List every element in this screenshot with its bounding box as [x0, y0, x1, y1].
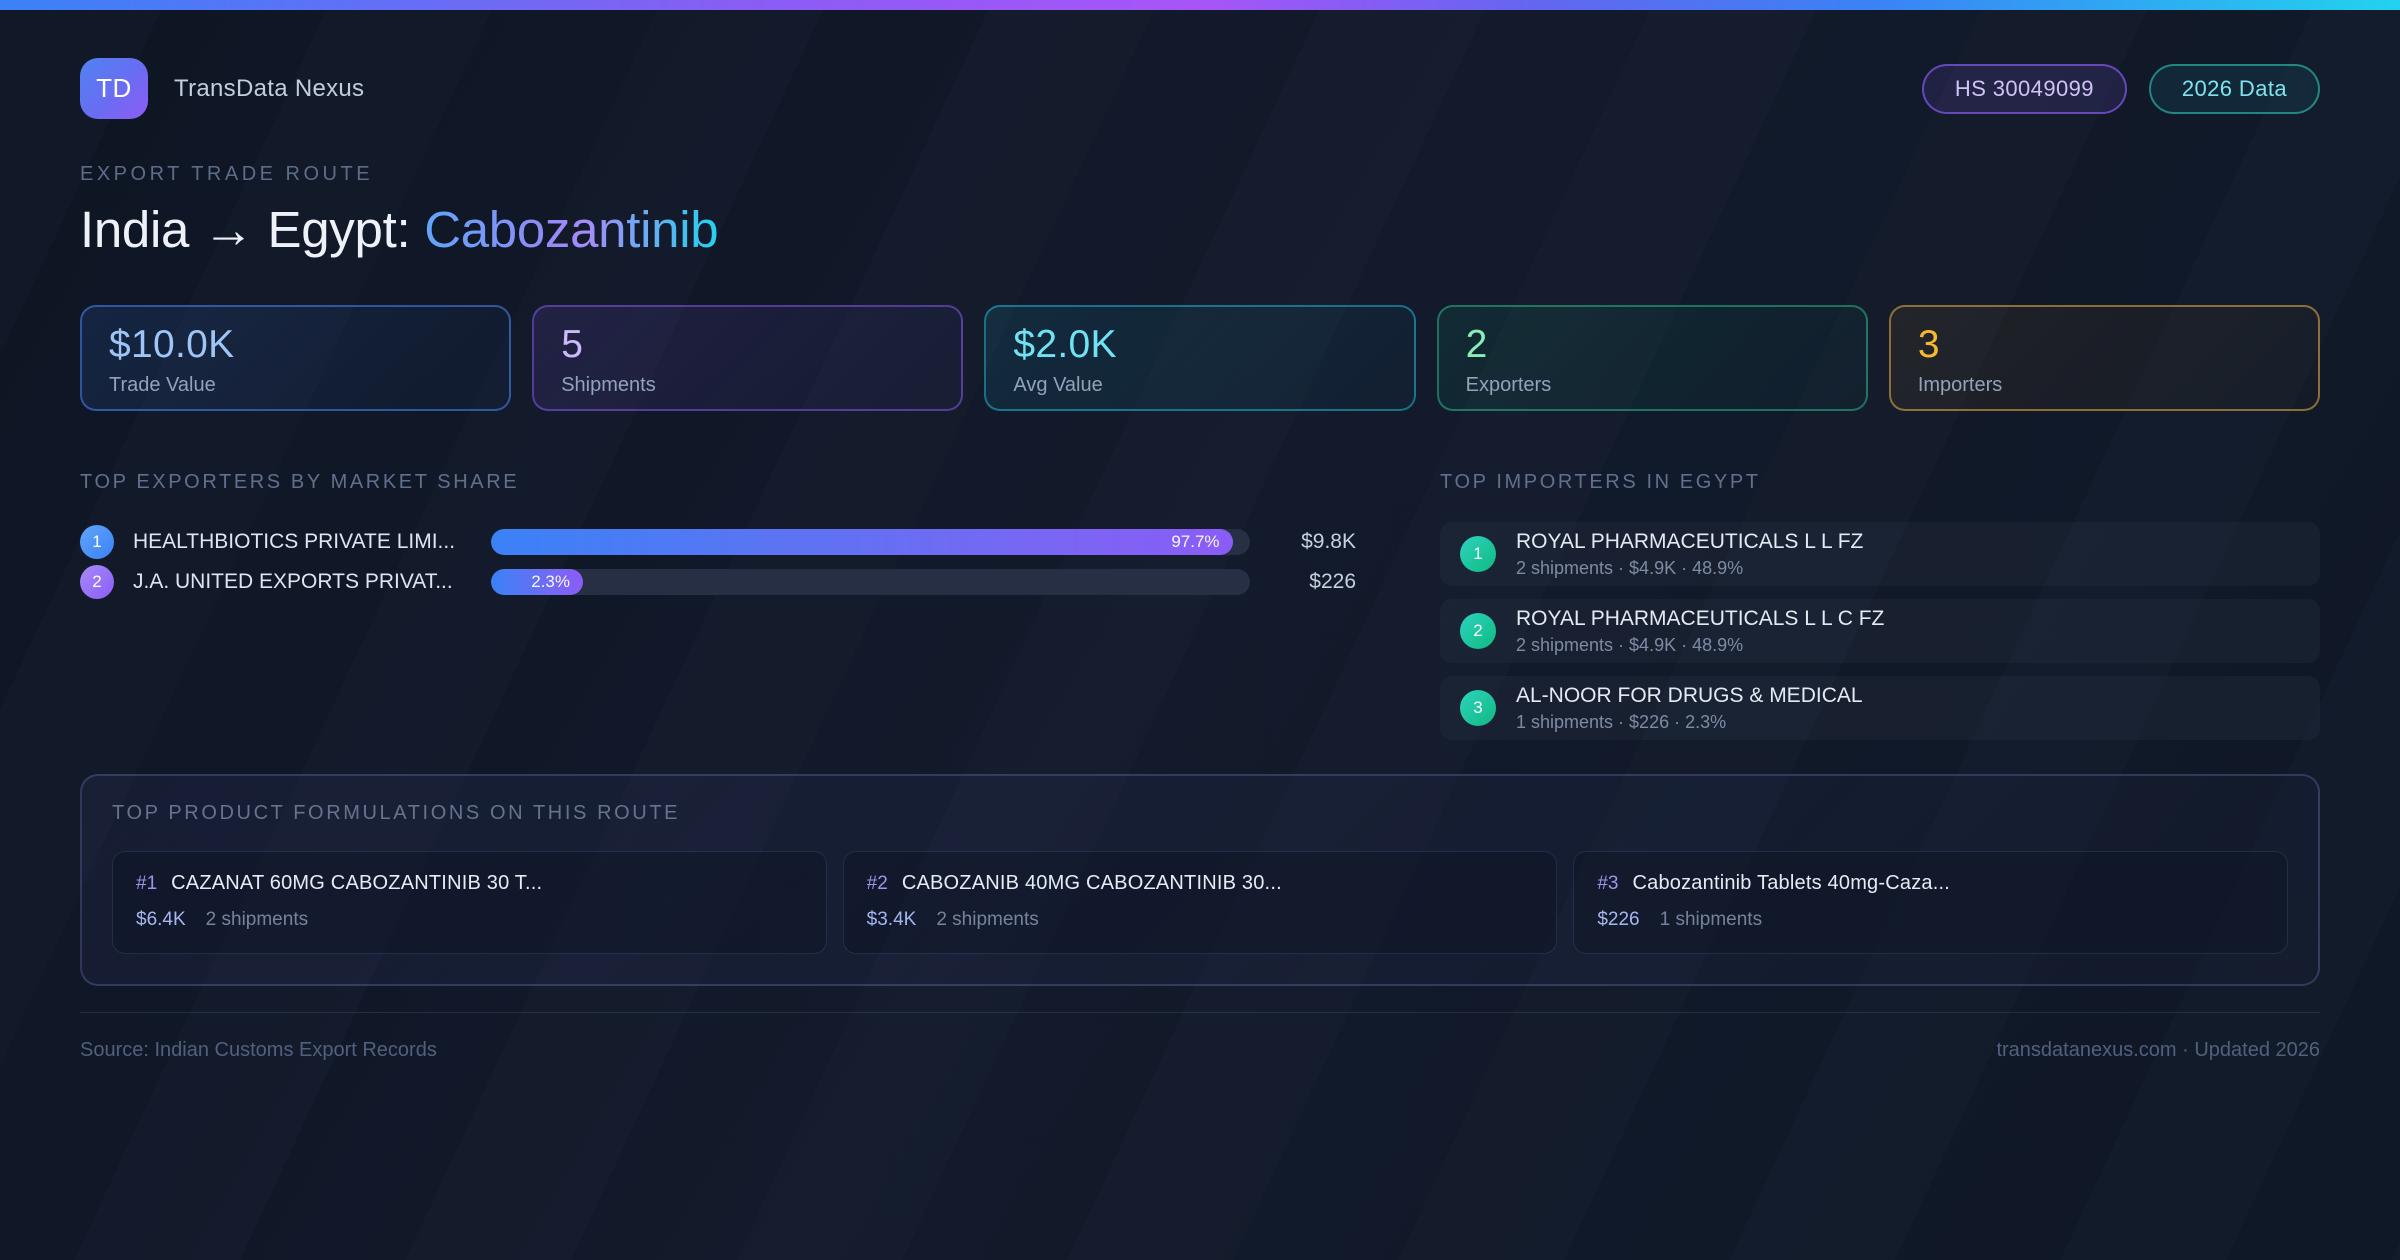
product-card: #2 CABOZANIB 40MG CABOZANTINIB 30... $3.… [842, 851, 1558, 954]
stat-label: Shipments [561, 374, 656, 396]
exporters-importers-section: TOP EXPORTERS BY MARKET SHARE 1 HEALTHBI… [80, 471, 2320, 740]
product-shipments: 2 shipments [205, 909, 309, 930]
product-stats-row: $3.4K 2 shipments [867, 909, 1534, 931]
stat-label: Avg Value [1013, 374, 1103, 396]
exporter-name: HEALTHBIOTICS PRIVATE LIMI... [133, 530, 456, 553]
importer-text: AL-NOOR FOR DRUGS & MEDICAL 1 shipments … [1516, 684, 1863, 733]
product-name: CAZANAT 60MG CABOZANTINIB 30 T... [171, 872, 543, 894]
product-value: $6.4K [136, 909, 186, 930]
product-cards-row: #1 CAZANAT 60MG CABOZANTINIB 30 T... $6.… [112, 851, 2289, 954]
importer-meta: 2 shipments · $4.9K · 48.9% [1516, 634, 1744, 655]
product-rank: #3 [1597, 873, 1619, 894]
rank-badge: 1 [1460, 536, 1496, 572]
brand: TD TransData Nexus [80, 58, 364, 119]
stat-card-importers: 3 Importers [1888, 305, 2321, 411]
product-rank: #2 [866, 873, 888, 894]
importer-text: ROYAL PHARMACEUTICALS L L C FZ 2 shipmen… [1516, 607, 1884, 656]
market-share-label: 2.3% [531, 572, 570, 591]
top-accent-bar [0, 0, 2400, 10]
importer-name: ROYAL PHARMACEUTICALS L L C FZ [1516, 606, 1885, 630]
importer-list-item: 3 AL-NOOR FOR DRUGS & MEDICAL 1 shipment… [1440, 676, 2320, 740]
stat-card-exporters: 2 Exporters [1436, 305, 1868, 411]
page-title-route: India → Egypt: [80, 201, 425, 258]
importer-list-item: 1 ROYAL PHARMACEUTICALS L L FZ 2 shipmen… [1440, 522, 2320, 586]
rank-badge: 1 [80, 525, 114, 559]
stat-value: 3 [1917, 323, 1940, 366]
eyebrow-label: EXPORT TRADE ROUTE [80, 163, 374, 185]
products-panel: TOP PRODUCT FORMULATIONS ON THIS ROUTE #… [80, 774, 2320, 986]
stat-cards-row: $10.0K Trade Value 5 Shipments $2.0K Avg… [80, 305, 2321, 411]
footer-source: Source: Indian Customs Export Records [80, 1039, 437, 1061]
stat-value: 5 [561, 323, 584, 366]
product-stats-row: $6.4K 2 shipments [136, 909, 803, 931]
product-value: $226 [1597, 909, 1640, 930]
stat-card-avg-value: $2.0K Avg Value [984, 305, 1416, 411]
rank-badge: 2 [80, 565, 114, 599]
exporter-row: 2 J.A. UNITED EXPORTS PRIVAT... 2.3% $22… [80, 562, 1356, 602]
market-share-bar-fill: 2.3% [491, 569, 583, 595]
product-name: CABOZANIB 40MG CABOZANTINIB 30... [901, 872, 1282, 894]
product-title-row: #1 CAZANAT 60MG CABOZANTINIB 30 T... [136, 872, 803, 895]
importer-name: AL-NOOR FOR DRUGS & MEDICAL [1516, 683, 1863, 707]
importers-panel: TOP IMPORTERS IN EGYPT 1 ROYAL PHARMACEU… [1440, 471, 2320, 740]
stat-value: $10.0K [109, 323, 235, 366]
stat-label: Trade Value [109, 374, 216, 396]
importer-name: ROYAL PHARMACEUTICALS L L FZ [1516, 529, 1864, 553]
exporter-bar-chart: 1 HEALTHBIOTICS PRIVATE LIMI... 97.7% $9… [80, 522, 1356, 602]
market-share-label: 97.7% [1171, 532, 1220, 551]
importer-meta: 1 shipments · $226 · 2.3% [1516, 711, 1727, 732]
footer: Source: Indian Customs Export Records tr… [80, 1012, 2320, 1062]
top-bar: TD TransData Nexus HS 30049099 2026 Data [80, 58, 2320, 119]
importer-text: ROYAL PHARMACEUTICALS L L FZ 2 shipments… [1516, 530, 1863, 579]
product-value: $3.4K [866, 909, 917, 930]
product-card: #3 Cabozantinib Tablets 40mg-Caza... $22… [1573, 851, 2289, 954]
header-badges: HS 30049099 2026 Data [1921, 63, 2320, 114]
product-shipments: 2 shipments [936, 909, 1039, 930]
brand-name: TransData Nexus [174, 74, 365, 102]
market-share-bar-fill: 97.7% [491, 529, 1233, 555]
importer-meta: 2 shipments · $4.9K · 48.9% [1516, 557, 1744, 578]
product-name: Cabozantinib Tablets 40mg-Caza... [1632, 872, 1951, 894]
stat-value: 2 [1465, 323, 1488, 366]
importer-list-item: 2 ROYAL PHARMACEUTICALS L L C FZ 2 shipm… [1440, 599, 2320, 663]
page-title-product: Cabozantinib [424, 201, 719, 258]
exporter-value: $9.8K [1301, 530, 1356, 553]
exporters-heading: TOP EXPORTERS BY MARKET SHARE [80, 471, 520, 493]
stat-value: $2.0K [1013, 323, 1117, 366]
page-container: TD TransData Nexus HS 30049099 2026 Data… [0, 58, 2400, 1062]
exporter-value: $226 [1309, 570, 1356, 593]
products-heading: TOP PRODUCT FORMULATIONS ON THIS ROUTE [112, 802, 681, 824]
exporters-panel: TOP EXPORTERS BY MARKET SHARE 1 HEALTHBI… [80, 471, 1356, 740]
brand-logo[interactable]: TD [80, 58, 148, 119]
stat-label: Importers [1917, 374, 2003, 396]
product-title-row: #3 Cabozantinib Tablets 40mg-Caza... [1597, 872, 2264, 895]
stat-card-shipments: 5 Shipments [532, 305, 964, 411]
importers-list: 1 ROYAL PHARMACEUTICALS L L FZ 2 shipmen… [1440, 522, 2320, 740]
exporter-row: 1 HEALTHBIOTICS PRIVATE LIMI... 97.7% $9… [80, 522, 1356, 562]
product-stats-row: $226 1 shipments [1597, 909, 2264, 931]
year-data-badge[interactable]: 2026 Data [2148, 63, 2320, 114]
market-share-bar-track: 2.3% [491, 569, 1250, 595]
exporter-name: J.A. UNITED EXPORTS PRIVAT... [133, 570, 453, 593]
footer-site: transdatanexus.com · Updated 2026 [1996, 1039, 2320, 1061]
product-rank: #1 [136, 873, 158, 894]
product-shipments: 1 shipments [1659, 909, 1763, 930]
rank-badge: 2 [1460, 613, 1496, 649]
page-title: India → Egypt: Cabozantinib [80, 200, 2320, 259]
importers-heading: TOP IMPORTERS IN EGYPT [1440, 471, 1761, 493]
hs-code-badge[interactable]: HS 30049099 [1921, 63, 2127, 114]
product-title-row: #2 CABOZANIB 40MG CABOZANTINIB 30... [867, 872, 1534, 895]
product-card: #1 CAZANAT 60MG CABOZANTINIB 30 T... $6.… [112, 851, 827, 954]
stat-label: Exporters [1465, 374, 1552, 396]
stat-card-trade-value: $10.0K Trade Value [80, 305, 512, 411]
market-share-bar-track: 97.7% [491, 529, 1250, 555]
rank-badge: 3 [1460, 690, 1496, 726]
